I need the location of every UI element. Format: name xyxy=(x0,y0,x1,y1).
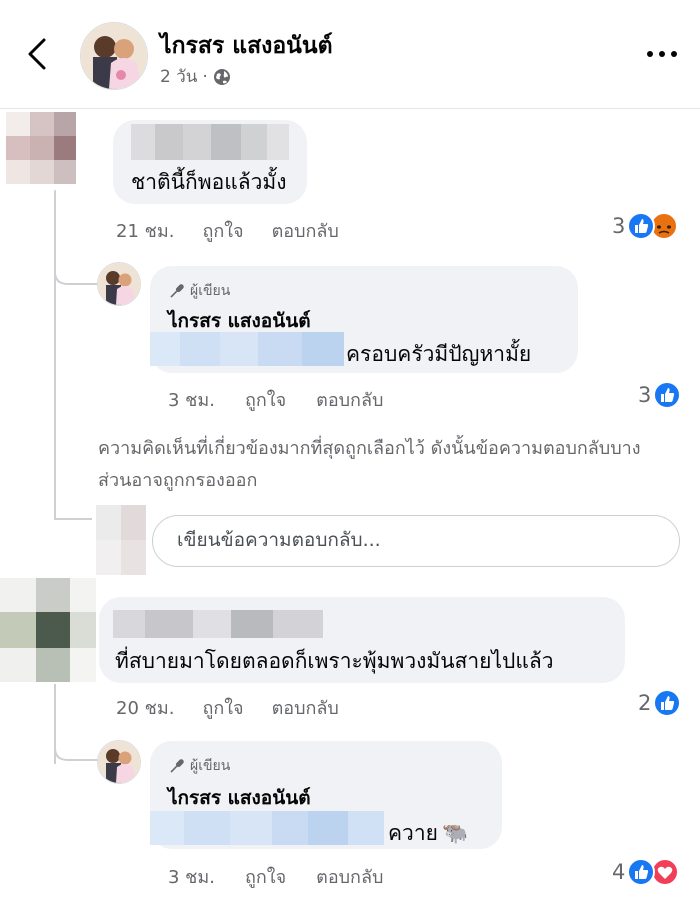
water-buffalo-emoji: 🐃 xyxy=(441,821,469,845)
comment-time[interactable]: 21 ชม. xyxy=(116,216,174,245)
reply-time[interactable]: 3 ชม. xyxy=(168,862,215,891)
like-button[interactable]: ถูกใจ xyxy=(245,862,286,891)
chevron-left-icon xyxy=(28,38,46,70)
reply-actions: 3 ชม. ถูกใจ ตอบกลับ xyxy=(168,862,383,891)
comment-time[interactable]: 20 ชม. xyxy=(116,693,174,722)
like-button[interactable]: ถูกใจ xyxy=(202,216,243,245)
thread-connector xyxy=(54,740,100,761)
comment-bubble[interactable]: ชาตินี้ก็พอแล้วมั้ง xyxy=(113,120,307,204)
meta-separator: · xyxy=(202,66,208,87)
like-button[interactable]: ถูกใจ xyxy=(245,385,286,414)
author-badge-label: ผู้เขียน xyxy=(190,283,231,299)
reaction-summary[interactable]: 3 xyxy=(612,211,678,241)
blurred-mention xyxy=(150,332,344,366)
reply-text: ควาย xyxy=(388,821,438,845)
reply-input-container[interactable] xyxy=(152,515,680,567)
reply-button[interactable]: ตอบกลับ xyxy=(316,862,383,891)
current-user-avatar xyxy=(96,505,146,575)
reactions-icons xyxy=(627,212,678,240)
post-header: ไกรสร แสงอนันต์ 2 วัน · xyxy=(0,0,700,109)
globe-icon xyxy=(213,68,230,85)
more-icon xyxy=(647,51,677,57)
reply-text: ครอบครัวมีปัญหามั้ย xyxy=(346,342,532,366)
microphone-icon xyxy=(170,284,184,298)
like-icon xyxy=(653,689,682,717)
reply-bubble[interactable]: ผู้เขียน ไกรสร แสงอนันต์ ควาย 🐃 xyxy=(150,741,502,849)
thread-line xyxy=(54,518,92,520)
author-name[interactable]: ไกรสร แสงอนันต์ xyxy=(160,28,333,64)
author-avatar[interactable] xyxy=(80,22,148,90)
author-badge: ผู้เขียน xyxy=(168,280,230,302)
reply-actions: 3 ชม. ถูกใจ ตอบกลับ xyxy=(168,385,383,414)
reaction-count: 2 xyxy=(638,691,652,715)
reply-bubble[interactable]: ผู้เขียน ไกรสร แสงอนันต์ ครอบครัวมีปัญหา… xyxy=(150,266,578,373)
microphone-icon xyxy=(170,759,184,773)
reaction-count: 3 xyxy=(612,214,626,238)
post-time[interactable]: 2 วัน xyxy=(160,63,197,90)
author-avatar[interactable] xyxy=(97,740,141,784)
thread-connector xyxy=(54,262,100,285)
like-button[interactable]: ถูกใจ xyxy=(202,693,243,722)
reply-button[interactable]: ตอบกลับ xyxy=(272,693,339,722)
reaction-summary[interactable]: 2 xyxy=(638,688,682,718)
filter-notice: ความคิดเห็นที่เกี่ยวข้องมากที่สุดถูกเลือ… xyxy=(98,438,641,491)
blurred-mention xyxy=(150,811,384,845)
comment-text: ชาตินี้ก็พอแล้วมั้ง xyxy=(131,170,287,194)
post-meta: 2 วัน · xyxy=(160,63,231,90)
more-options-button[interactable] xyxy=(642,44,682,64)
author-avatar[interactable] xyxy=(97,262,141,306)
back-button[interactable] xyxy=(22,34,56,74)
commenter-avatar[interactable] xyxy=(0,578,96,682)
reactions-icons xyxy=(627,858,680,886)
comment-actions: 20 ชม. ถูกใจ ตอบกลับ xyxy=(116,693,339,722)
commenter-avatar[interactable] xyxy=(6,112,76,184)
comment-actions: 21 ชม. ถูกใจ ตอบกลับ xyxy=(116,216,339,245)
blurred-commenter-name xyxy=(113,610,323,638)
comment-bubble[interactable]: ที่สบายมาโดยตลอดก็เพราะพุ้มพวงมันสายไปแล… xyxy=(99,597,625,683)
reply-button[interactable]: ตอบกลับ xyxy=(316,385,383,414)
reaction-count: 3 xyxy=(638,383,652,407)
reply-author-name[interactable]: ไกรสร แสงอนันต์ xyxy=(168,783,311,813)
reaction-summary[interactable]: 3 xyxy=(638,380,682,410)
reply-text-row: ควาย 🐃 xyxy=(388,817,468,850)
reaction-summary[interactable]: 4 xyxy=(612,857,681,887)
comment-text: ที่สบายมาโดยตลอดก็เพราะพุ้มพวงมันสายไปแล… xyxy=(115,649,554,673)
blurred-commenter-name xyxy=(131,124,289,160)
reply-input[interactable] xyxy=(175,528,659,552)
reaction-count: 4 xyxy=(612,860,626,884)
like-icon xyxy=(653,381,682,409)
author-badge: ผู้เขียน xyxy=(168,755,230,777)
thread-line xyxy=(54,190,56,520)
author-badge-label: ผู้เขียน xyxy=(190,758,231,774)
reply-button[interactable]: ตอบกลับ xyxy=(272,216,339,245)
reply-time[interactable]: 3 ชม. xyxy=(168,385,215,414)
